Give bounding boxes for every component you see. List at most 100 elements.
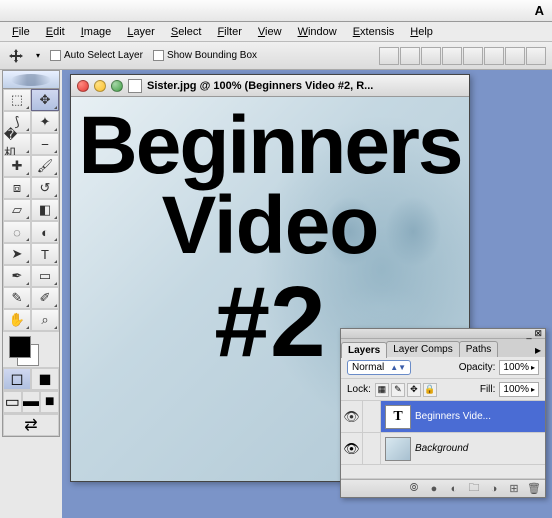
standard-mode-button[interactable]: ◻: [3, 368, 31, 390]
menu-select[interactable]: Select: [165, 24, 208, 40]
opacity-input[interactable]: 100%▸: [499, 360, 539, 375]
align-bottom-button[interactable]: [421, 47, 441, 65]
menu-filter[interactable]: Filter: [211, 24, 247, 40]
adjustment-layer-button[interactable]: ◑: [487, 482, 501, 496]
hand-tool[interactable]: ✋: [3, 309, 31, 331]
tool-dropdown-icon[interactable]: ▾: [36, 51, 40, 60]
tab-layers[interactable]: Layers: [341, 342, 387, 358]
quickmask-mode-button[interactable]: ◼: [31, 368, 59, 390]
dodge-tool[interactable]: ◐: [31, 221, 59, 243]
lock-position-button[interactable]: ✥: [407, 383, 421, 397]
link-col[interactable]: [363, 433, 381, 464]
fill-label: Fill:: [480, 384, 496, 395]
shape-tool[interactable]: ▭: [31, 265, 59, 287]
delete-layer-button[interactable]: 🗑: [527, 482, 541, 496]
panel-footer: ⦾ ● ◐ 🗀 ◑ ⊞ 🗑: [341, 479, 545, 497]
menu-image[interactable]: Image: [75, 24, 118, 40]
distribute-button-2[interactable]: [526, 47, 546, 65]
show-bbox-label: Show Bounding Box: [167, 50, 257, 61]
panel-minimize-icon[interactable]: _: [526, 329, 531, 339]
distribute-button-1[interactable]: [505, 47, 525, 65]
overlay-line-1: Beginners: [79, 107, 462, 185]
zoom-icon[interactable]: [111, 80, 123, 92]
eraser-tool[interactable]: ▱: [3, 199, 31, 221]
document-titlebar[interactable]: Sister.jpg @ 100% (Beginners Video #2, R…: [71, 75, 469, 97]
menu-view[interactable]: View: [252, 24, 288, 40]
blend-row: Normal ▲▼ Opacity: 100%▸: [341, 357, 545, 379]
dropdown-icon: ▲▼: [390, 363, 406, 372]
screen-mode-1-button[interactable]: ▭: [3, 391, 22, 413]
notes-tool[interactable]: ✎: [3, 287, 31, 309]
tab-paths[interactable]: Paths: [459, 341, 499, 357]
show-bbox-checkbox[interactable]: Show Bounding Box: [153, 50, 257, 61]
zoom-tool[interactable]: ⌕: [31, 309, 59, 331]
visibility-toggle[interactable]: 👁: [341, 433, 363, 464]
link-layers-button[interactable]: ⦾: [407, 482, 421, 496]
menu-extensis[interactable]: Extensis: [347, 24, 401, 40]
jump-to-button[interactable]: ⇄: [3, 414, 59, 436]
lock-label: Lock:: [347, 384, 371, 395]
app-initial: A: [535, 3, 544, 18]
tab-layer-comps[interactable]: Layer Comps: [386, 341, 459, 357]
history-brush-tool[interactable]: ↺: [31, 177, 59, 199]
panel-close-icon[interactable]: ⊠: [534, 328, 542, 339]
align-hcenter-button[interactable]: [463, 47, 483, 65]
ps-logo-icon: [11, 74, 51, 86]
layer-thumbnail[interactable]: [385, 437, 411, 461]
align-vcenter-button[interactable]: [400, 47, 420, 65]
blend-mode-select[interactable]: Normal ▲▼: [347, 360, 411, 375]
magic-wand-tool[interactable]: ✦: [31, 111, 59, 133]
lock-all-button[interactable]: 🔒: [423, 383, 437, 397]
type-tool[interactable]: T: [31, 243, 59, 265]
menu-file[interactable]: File: [6, 24, 36, 40]
align-top-button[interactable]: [379, 47, 399, 65]
lock-pixels-button[interactable]: ✎: [391, 383, 405, 397]
fill-input[interactable]: 100%▸: [499, 382, 539, 397]
visibility-toggle[interactable]: 👁: [341, 401, 363, 432]
healing-tool[interactable]: ✚: [3, 155, 31, 177]
foreground-color-swatch[interactable]: [9, 336, 31, 358]
marquee-rect-tool[interactable]: ⬚: [3, 89, 31, 111]
menu-layer[interactable]: Layer: [121, 24, 161, 40]
layer-mask-button[interactable]: ◐: [447, 482, 461, 496]
minimize-icon[interactable]: [94, 80, 106, 92]
menu-help[interactable]: Help: [404, 24, 439, 40]
move-tool[interactable]: ✥: [31, 89, 59, 111]
stamp-tool[interactable]: ⧈: [3, 177, 31, 199]
brush-tool[interactable]: 🖌: [31, 155, 59, 177]
panel-menu-icon[interactable]: ▸: [531, 343, 545, 357]
layers-empty: [341, 465, 545, 479]
layer-thumbnail[interactable]: T: [385, 405, 411, 429]
close-icon[interactable]: [77, 80, 89, 92]
screen-mode-2-button[interactable]: ▬: [22, 391, 41, 413]
layer-row[interactable]: 👁Background: [341, 433, 545, 465]
gradient-tool[interactable]: ◧: [31, 199, 59, 221]
layer-row[interactable]: 👁 T Beginners Vide...: [341, 401, 545, 433]
eyedropper-tool[interactable]: ✐: [31, 287, 59, 309]
layer-name: Beginners Vide...: [415, 411, 545, 422]
lock-transparency-button[interactable]: ▦: [375, 383, 389, 397]
align-left-button[interactable]: [442, 47, 462, 65]
menu-window[interactable]: Window: [292, 24, 343, 40]
auto-select-checkbox[interactable]: Auto Select Layer: [50, 50, 143, 61]
new-layer-button[interactable]: ⊞: [507, 482, 521, 496]
new-group-button[interactable]: 🗀: [467, 482, 481, 496]
document-icon: [128, 79, 142, 93]
crop-tool[interactable]: �机: [3, 133, 31, 155]
chevron-icon: ▸: [531, 385, 535, 394]
layer-style-button[interactable]: ●: [427, 482, 441, 496]
toolbox-header[interactable]: [3, 71, 59, 89]
link-col[interactable]: [363, 401, 381, 432]
screen-mode-3-button[interactable]: ■: [40, 391, 59, 413]
move-tool-icon[interactable]: [6, 46, 26, 66]
panel-titlebar[interactable]: _ ⊠: [341, 329, 545, 339]
layer-list: 👁 T Beginners Vide... 👁Background: [341, 401, 545, 465]
slice-tool[interactable]: ⎯: [31, 133, 59, 155]
document-title: Sister.jpg @ 100% (Beginners Video #2, R…: [147, 80, 373, 92]
pen-tool[interactable]: ✒: [3, 265, 31, 287]
align-right-button[interactable]: [484, 47, 504, 65]
path-select-tool[interactable]: ➤: [3, 243, 31, 265]
blur-tool[interactable]: ◌: [3, 221, 31, 243]
layers-panel: _ ⊠ Layers Layer Comps Paths ▸ Normal ▲▼…: [340, 328, 546, 498]
menu-edit[interactable]: Edit: [40, 24, 71, 40]
